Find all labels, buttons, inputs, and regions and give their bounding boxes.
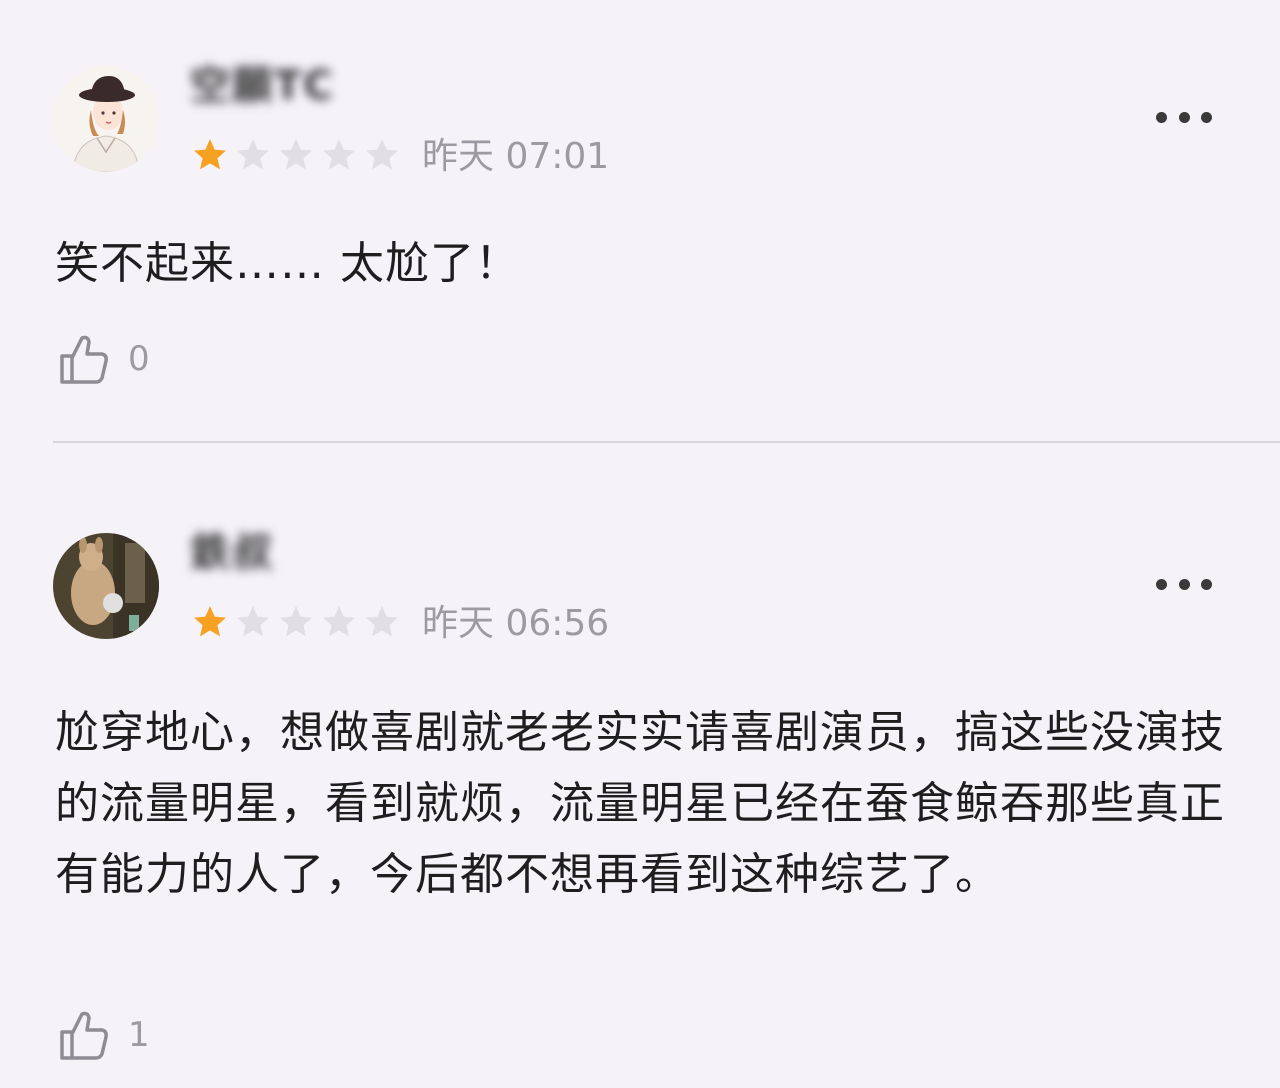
star-empty-icon [280, 139, 312, 170]
username[interactable]: 空願TC [190, 62, 335, 110]
more-dots-icon[interactable] [1156, 110, 1212, 124]
thumbs-up-icon [60, 335, 108, 384]
like-count: 1 [128, 1015, 150, 1055]
review-text: 笑不起来…… 太尬了！ [55, 238, 520, 289]
star-empty-icon [237, 606, 269, 637]
more-dots-icon[interactable] [1156, 577, 1212, 591]
star-filled-icon [194, 139, 226, 170]
star-empty-icon [366, 606, 398, 637]
star-empty-icon [280, 606, 312, 637]
review-time: 昨天 07:01 [422, 136, 610, 177]
star-empty-icon [366, 139, 398, 170]
thumbs-up-icon [60, 1011, 108, 1060]
star-empty-icon [323, 606, 355, 637]
user-avatar[interactable] [53, 66, 159, 172]
star-filled-icon [194, 606, 226, 637]
star-empty-icon [237, 139, 269, 170]
divider [53, 441, 1280, 443]
user-avatar[interactable] [53, 533, 159, 639]
rating-stars [192, 135, 407, 175]
like-count: 0 [128, 339, 150, 379]
rating-stars [192, 602, 407, 642]
username[interactable]: 鉄叔 [190, 529, 274, 577]
review-time: 昨天 06:56 [422, 603, 610, 644]
review-text: 尬穿地心，想做喜剧就老老实实请喜剧演员，搞这些没演技的流量明星，看到就烦，流量明… [55, 707, 1225, 900]
like-button[interactable]: 0 [58, 331, 150, 387]
star-empty-icon [323, 139, 355, 170]
like-button[interactable]: 1 [58, 1007, 150, 1063]
